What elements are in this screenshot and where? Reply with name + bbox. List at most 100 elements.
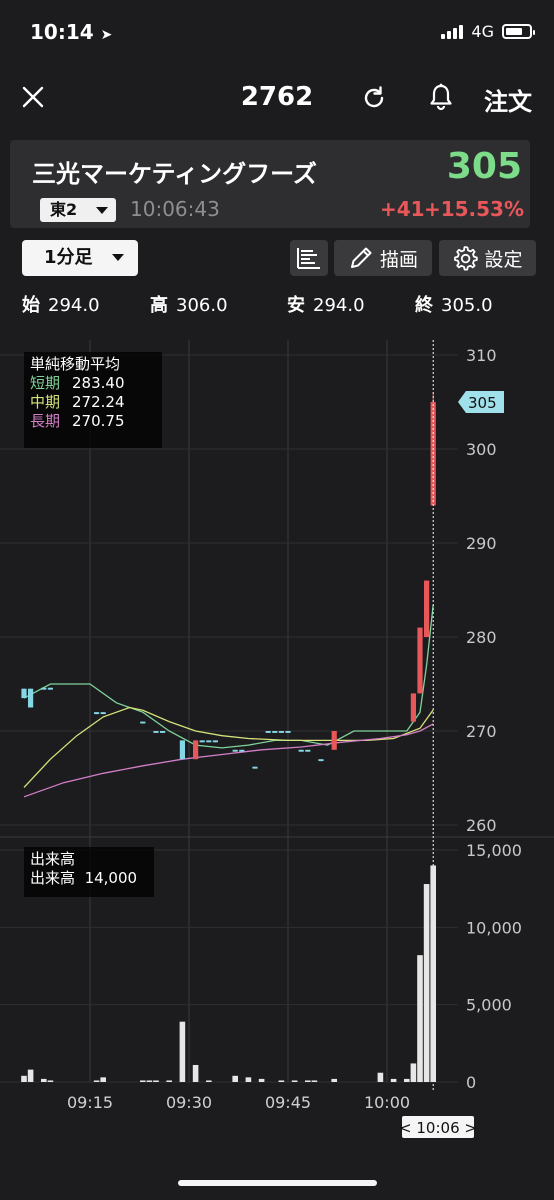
chevron-down-icon (112, 254, 124, 261)
volume-bar (278, 1080, 285, 1082)
y-tick-label: 310 (466, 346, 497, 365)
ma-legend-mid: 中期 272.24 (30, 393, 125, 411)
y-tick-label: 280 (466, 628, 497, 647)
candle (272, 731, 278, 733)
bell-icon[interactable] (426, 82, 456, 112)
price-change: +41 (380, 197, 425, 221)
candle (298, 749, 304, 752)
candle (160, 731, 166, 733)
candle (305, 749, 311, 752)
order-button[interactable]: 注文 (484, 82, 532, 117)
candle (47, 687, 53, 690)
candle (232, 749, 238, 752)
chevron-down-icon (96, 207, 108, 214)
volume-bar (47, 1080, 54, 1082)
open-value: 294.0 (48, 295, 100, 316)
timeframe-select[interactable]: 1分足 (22, 240, 138, 276)
ohlc-high: 高 306.0 (150, 291, 228, 317)
volume-bar (291, 1080, 298, 1082)
chart-canvas[interactable]: 09:15 09:30 09:45 10:00 310 300 290 280 270 260 15… (0, 340, 554, 1140)
x-tick-label: 09:45 (265, 1093, 311, 1112)
settings-button[interactable]: 設定 (439, 240, 536, 276)
candle (278, 731, 284, 733)
high-label: 高 (150, 295, 168, 316)
signal-icon (441, 24, 464, 39)
volume-bar (232, 1075, 238, 1082)
y-tick-label: 5,000 (466, 996, 512, 1015)
draw-button[interactable]: 描画 (334, 240, 432, 276)
low-label: 安 (287, 295, 305, 316)
volume-bar (311, 1080, 318, 1082)
volume-legend-row: 出来高 14,000 (30, 869, 138, 887)
volume-bar (140, 1080, 146, 1082)
open-label: 始 (22, 295, 40, 316)
candle (318, 759, 324, 762)
volume-bar (258, 1078, 265, 1082)
stock-header: 三光マーケティングフーズ 305 東2 10:06:43 +41 +15.53% (10, 140, 530, 228)
y-tick-label: 10,000 (466, 918, 522, 937)
home-indicator (178, 1180, 377, 1186)
x-tick-label: 09:30 (166, 1093, 212, 1112)
y-tick-label: 300 (466, 440, 497, 459)
stock-time: 10:06:43 (130, 197, 220, 221)
candle (285, 731, 291, 733)
candle (410, 693, 416, 722)
stock-price: 305 (446, 146, 522, 187)
candle (179, 740, 185, 760)
close-label: 終 (415, 295, 433, 316)
volume-bar (377, 1072, 384, 1082)
market-select[interactable]: 東2 (40, 198, 116, 222)
volume-bar (27, 1069, 34, 1082)
order-book-button[interactable] (290, 240, 328, 276)
high-value: 306.0 (176, 295, 228, 316)
volume-bar (430, 865, 436, 1082)
order-book-icon (297, 248, 320, 269)
volume-bar (192, 1064, 199, 1082)
volume-bar (166, 1080, 172, 1082)
y-tick-label: 270 (466, 722, 497, 741)
volume-bar (390, 1078, 397, 1082)
candle (199, 740, 205, 743)
candle (331, 731, 337, 750)
candle (100, 712, 106, 715)
status-bar: 10:14 ➤ 4G (0, 0, 554, 66)
candle (206, 740, 212, 743)
candle (424, 580, 430, 637)
close-icon[interactable] (20, 84, 46, 110)
y-tick-label: 0 (466, 1073, 476, 1092)
chart-area[interactable]: 09:15 09:30 09:45 10:00 310 300 290 280 270 260 15… (0, 340, 554, 1140)
ohlc-low: 安 294.0 (287, 291, 365, 317)
status-time: 10:14 ➤ (30, 20, 113, 44)
volume-bar (410, 1063, 417, 1082)
refresh-icon[interactable] (360, 84, 388, 112)
draw-label: 描画 (379, 248, 418, 271)
candle (193, 740, 199, 760)
ohlc-open: 始 294.0 (22, 291, 100, 317)
volume-bar (100, 1077, 106, 1082)
location-arrow-icon: ➤ (100, 27, 113, 43)
candle (417, 627, 423, 694)
stock-name: 三光マーケティングフーズ (32, 160, 317, 188)
volume-bar (146, 1080, 153, 1082)
ma-legend-long: 長期 270.75 (30, 412, 125, 430)
candle (153, 731, 159, 733)
close-value: 305.0 (441, 295, 493, 316)
settings-label: 設定 (484, 248, 523, 271)
ma-legend-short: 短期 283.40 (30, 374, 125, 392)
x-tick-label: 10:00 (364, 1093, 410, 1112)
ma-line-long (23, 723, 434, 798)
low-value: 294.0 (313, 295, 365, 316)
battery-icon (502, 24, 535, 39)
status-indicators: 4G (441, 22, 535, 41)
volume-bar (21, 1075, 27, 1082)
volume-bar (179, 1021, 186, 1082)
volume-bar (153, 1080, 159, 1082)
ma-legend: 単純移動平均 短期 283.40 中期 272.24 長期 270.75 (24, 352, 162, 448)
candle (21, 688, 27, 699)
volume-bar (41, 1078, 47, 1082)
price-change-percent: +15.53% (423, 197, 524, 221)
candle (239, 749, 245, 752)
y-tick-label: 290 (466, 534, 497, 553)
candle (252, 766, 258, 769)
volume-bar (404, 1078, 410, 1082)
